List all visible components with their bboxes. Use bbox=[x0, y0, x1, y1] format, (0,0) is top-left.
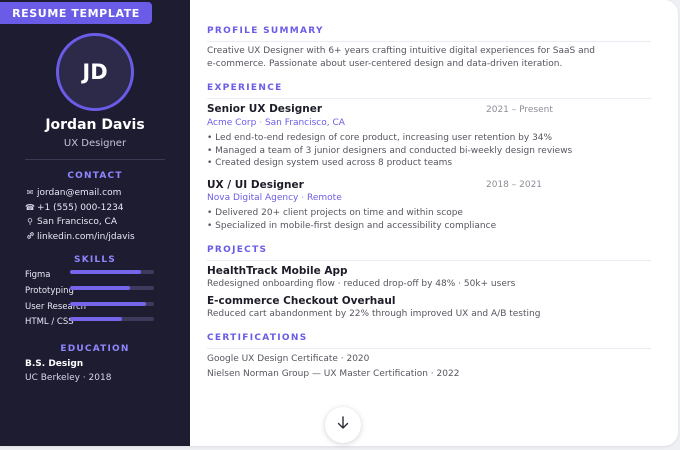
education-heading: EDUCATION bbox=[60, 344, 130, 354]
job-bullet: • Managed a team of 3 junior designers a… bbox=[207, 146, 573, 156]
skill-bar bbox=[70, 317, 154, 321]
contact-phone[interactable]: ☎ +1 (555) 000-1234 bbox=[25, 201, 124, 214]
skills-heading: SKILLS bbox=[74, 255, 116, 265]
job-location: Remote bbox=[307, 193, 342, 203]
candidate-title: UX Designer bbox=[63, 138, 127, 149]
arrow-down-icon bbox=[335, 415, 351, 436]
phone-icon: ☎ bbox=[25, 203, 35, 212]
resume-main: PROFILE SUMMARY Creative UX Designer wit… bbox=[207, 0, 657, 446]
contact-linkedin-text: linkedin.com/in/jdavis bbox=[37, 231, 135, 242]
project-description: Redesigned onboarding flow · reduced dro… bbox=[207, 279, 516, 289]
contact-location-text: San Francisco, CA bbox=[37, 216, 117, 227]
candidate-name: Jordan Davis bbox=[45, 117, 145, 133]
skill-bar bbox=[70, 302, 154, 306]
skill-label: Prototyping bbox=[25, 286, 74, 296]
job-company: Acme Corp bbox=[207, 118, 257, 128]
skill-bar-fill bbox=[70, 286, 131, 290]
contact-linkedin[interactable]: linkedin.com/in/jdavis bbox=[25, 230, 135, 243]
scroll-down-button[interactable] bbox=[325, 407, 361, 443]
certification-item: Nielsen Norman Group — UX Master Certifi… bbox=[207, 369, 460, 379]
skill-label: Figma bbox=[25, 270, 51, 280]
job-title: UX / UI Designer bbox=[207, 179, 304, 191]
project-title: HealthTrack Mobile App bbox=[207, 265, 348, 277]
location-pin-icon: ⚲ bbox=[27, 217, 33, 226]
job-bullet: • Created design system used across 8 pr… bbox=[207, 158, 453, 168]
resume-card: RESUME TEMPLATE JD Jordan Davis UX Desig… bbox=[0, 0, 678, 446]
job-company-line: Nova Digital Agency · Remote bbox=[207, 193, 342, 203]
contact-location: ⚲ San Francisco, CA bbox=[25, 215, 117, 228]
link-icon bbox=[25, 231, 35, 242]
summary-line: Creative UX Designer with 6+ years craft… bbox=[207, 46, 596, 56]
contact-heading: CONTACT bbox=[67, 171, 123, 181]
education-degree: B.S. Design bbox=[25, 359, 84, 369]
job-bullet: • Led end-to-end redesign of core produc… bbox=[207, 133, 553, 143]
project-description: Reduced cart abandonment by 22% through … bbox=[207, 309, 541, 319]
section-heading-projects: PROJECTS bbox=[207, 245, 651, 261]
skill-bar-fill bbox=[70, 317, 123, 321]
job-company-line: Acme Corp · San Francisco, CA bbox=[207, 118, 345, 128]
section-heading-certifications: CERTIFICATIONS bbox=[207, 333, 651, 349]
section-heading-profile-summary: PROFILE SUMMARY bbox=[207, 26, 651, 42]
summary-line: e-commerce. Passionate about user-center… bbox=[207, 59, 563, 69]
skill-bar bbox=[70, 270, 154, 274]
job-location: San Francisco, CA bbox=[264, 118, 345, 128]
skill-bar-fill bbox=[70, 302, 146, 306]
job-dates: 2018 – 2021 bbox=[486, 180, 543, 190]
contact-email-text: jordan@email.com bbox=[37, 187, 122, 198]
job-dates: 2021 – Present bbox=[486, 105, 553, 115]
section-heading-experience: EXPERIENCE bbox=[207, 83, 651, 99]
contact-email[interactable]: ✉ jordan@email.com bbox=[25, 186, 122, 199]
skill-bar bbox=[70, 286, 154, 290]
sidebar-divider bbox=[25, 159, 165, 160]
skill-label: HTML / CSS bbox=[25, 317, 74, 327]
contact-phone-text: +1 (555) 000-1234 bbox=[37, 202, 124, 213]
template-tag: RESUME TEMPLATE bbox=[0, 2, 152, 24]
resume-sidebar: RESUME TEMPLATE JD Jordan Davis UX Desig… bbox=[0, 0, 190, 446]
job-bullet: • Delivered 20+ client projects on time … bbox=[207, 208, 463, 218]
job-company: Nova Digital Agency bbox=[207, 193, 299, 203]
job-bullet: • Specialized in mobile-first design and… bbox=[207, 221, 497, 231]
project-title: E-commerce Checkout Overhaul bbox=[207, 295, 396, 307]
job-title: Senior UX Designer bbox=[207, 103, 323, 115]
mail-icon: ✉ bbox=[26, 188, 34, 197]
skill-bar-fill bbox=[70, 270, 142, 274]
certification-item: Google UX Design Certificate · 2020 bbox=[207, 354, 370, 364]
avatar: JD bbox=[56, 33, 134, 111]
education-school: UC Berkeley · 2018 bbox=[25, 373, 112, 383]
